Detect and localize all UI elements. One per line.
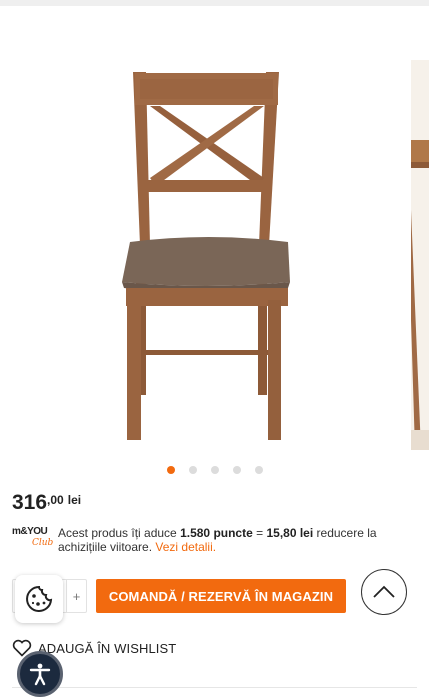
price-decimals: ,00 [47, 493, 64, 507]
loyalty-details-link[interactable]: Vezi detalii. [155, 540, 216, 554]
scroll-to-top-button[interactable] [361, 569, 407, 615]
loyalty-text-equals: = [252, 526, 267, 540]
product-price: 316 ,00 lei [12, 490, 81, 516]
loyalty-logo-club: Club [32, 538, 54, 548]
gallery-pagination [0, 466, 429, 478]
price-currency: lei [67, 493, 82, 507]
pagination-dot-2[interactable] [188, 466, 197, 474]
cookie-icon [26, 585, 53, 612]
order-reserve-button[interactable]: COMANDĂ / REZERVĂ ÎN MAGAZIN [96, 579, 346, 613]
wishlist-label: ADAUGĂ ÎN WISHLIST [38, 640, 177, 656]
chevron-up-icon [373, 585, 395, 598]
loyalty-text: Acest produs îți aduce 1.580 puncte = 15… [58, 526, 417, 554]
pagination-dot-4[interactable] [232, 466, 241, 474]
loyalty-points: 1.580 puncte [180, 526, 253, 540]
loyalty-info: m&YOU Club Acest produs îți aduce 1.580 … [12, 526, 417, 554]
top-strip [0, 0, 429, 6]
pagination-dot-3[interactable] [210, 466, 219, 474]
loyalty-amount: 15,80 lei [266, 526, 314, 540]
pagination-dot-5[interactable] [254, 466, 263, 474]
loyalty-logo: m&YOU Club [12, 526, 54, 550]
product-image-next[interactable] [411, 60, 429, 450]
cookie-settings-button[interactable] [15, 575, 63, 623]
pagination-dot-1[interactable] [166, 466, 175, 474]
loyalty-logo-text: m&YOU [12, 526, 48, 537]
loyalty-text-before: Acest produs îți aduce [58, 526, 181, 540]
quantity-plus-button[interactable]: + [66, 580, 86, 612]
product-gallery[interactable] [0, 40, 429, 460]
divider [12, 687, 417, 688]
price-integer: 316 [12, 491, 48, 514]
accessibility-icon [29, 663, 51, 686]
accessibility-button[interactable] [17, 651, 63, 697]
product-image-chair[interactable] [88, 60, 328, 450]
